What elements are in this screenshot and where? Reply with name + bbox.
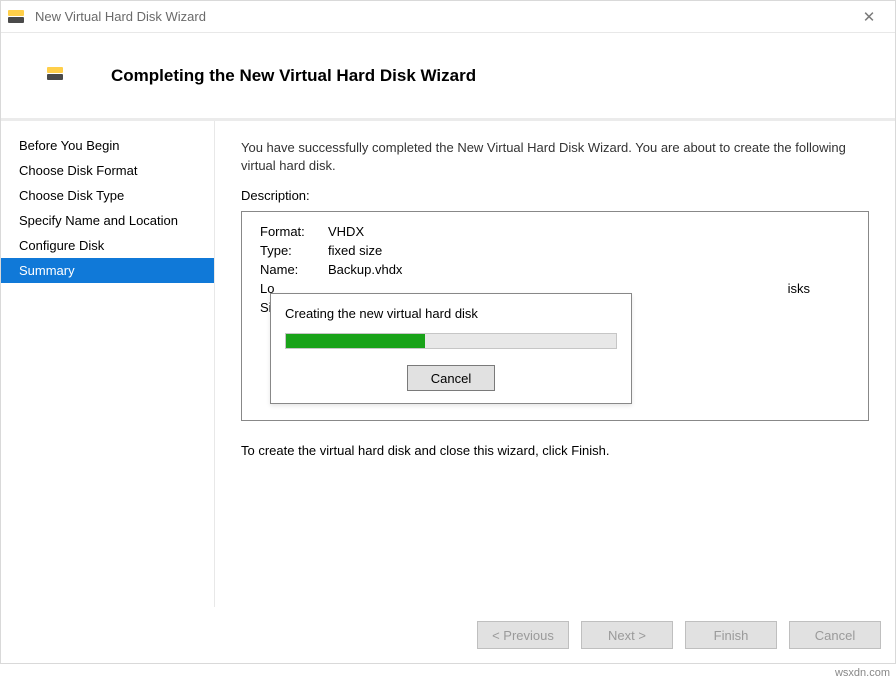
sidebar-step-specify-name-location[interactable]: Specify Name and Location [1,208,214,233]
type-key: Type: [260,243,328,258]
next-button[interactable]: Next > [581,621,673,649]
sidebar: Before You Begin Choose Disk Format Choo… [1,121,215,607]
progress-bar [285,333,617,349]
row-name: Name: Backup.vhdx [260,262,850,277]
row-format: Format: VHDX [260,224,850,239]
watermark: wsxdn.com [835,667,890,679]
name-value: Backup.vhdx [328,262,850,277]
wizard-window: New Virtual Hard Disk Wizard ✕ Completin… [0,0,896,664]
sidebar-step-choose-disk-format[interactable]: Choose Disk Format [1,158,214,183]
page-title: Completing the New Virtual Hard Disk Wiz… [111,66,476,86]
format-value: VHDX [328,224,850,239]
footer: < Previous Next > Finish Cancel [1,607,895,663]
description-label: Description: [241,188,869,203]
sidebar-step-before-you-begin[interactable]: Before You Begin [1,133,214,158]
wizard-header-icon [47,67,65,85]
progress-cancel-button[interactable]: Cancel [407,365,495,391]
window-title: New Virtual Hard Disk Wizard [35,9,849,24]
type-value: fixed size [328,243,850,258]
titlebar: New Virtual Hard Disk Wizard ✕ [1,1,895,33]
footnote-text: To create the virtual hard disk and clos… [241,443,869,458]
sidebar-step-summary[interactable]: Summary [1,258,214,283]
progress-dialog: Creating the new virtual hard disk Cance… [270,293,632,404]
previous-button[interactable]: < Previous [477,621,569,649]
row-type: Type: fixed size [260,243,850,258]
sidebar-step-choose-disk-type[interactable]: Choose Disk Type [1,183,214,208]
wizard-icon [7,8,25,26]
name-key: Name: [260,262,328,277]
finish-button[interactable]: Finish [685,621,777,649]
cancel-button[interactable]: Cancel [789,621,881,649]
progress-bar-fill [286,334,425,348]
sidebar-step-configure-disk[interactable]: Configure Disk [1,233,214,258]
wizard-header: Completing the New Virtual Hard Disk Wiz… [1,33,895,121]
close-icon[interactable]: ✕ [849,8,889,26]
format-key: Format: [260,224,328,239]
intro-text: You have successfully completed the New … [241,139,869,174]
progress-title: Creating the new virtual hard disk [285,306,617,321]
